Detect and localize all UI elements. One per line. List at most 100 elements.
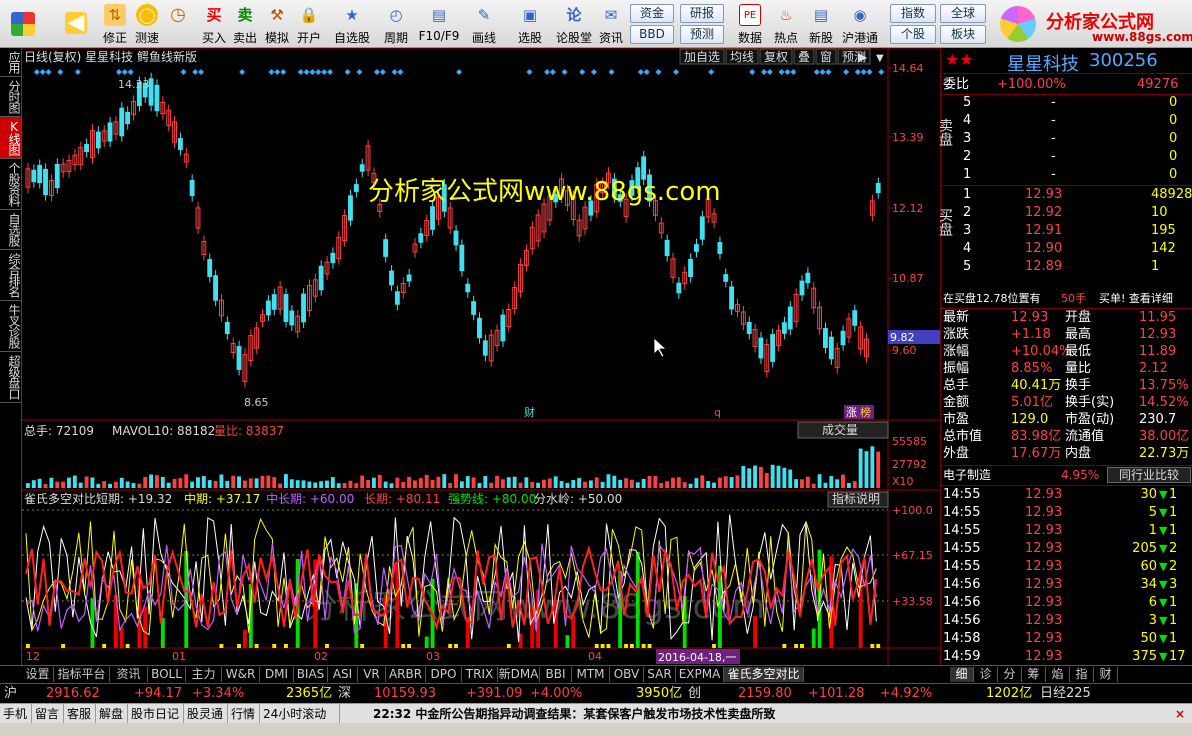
data-button[interactable]: PE 数据 xyxy=(734,2,766,46)
bottom-tab-13[interactable]: 新DMA xyxy=(498,667,540,682)
indicator-ind_strong: 强势线: +80.00 xyxy=(448,492,536,506)
left-tab-2[interactable]: K线图 xyxy=(0,117,21,159)
candle-body xyxy=(213,275,219,301)
fix-button[interactable]: ⇅ 修正 xyxy=(98,2,132,46)
bottom-tab-9[interactable]: VR xyxy=(358,667,386,682)
stock-select-button[interactable]: ▣ 选股 xyxy=(510,2,550,46)
volume-bar xyxy=(383,481,388,488)
stats-row: 外盘 17.67万 内盘 22.73万 xyxy=(941,445,1192,463)
bottom-tab-18[interactable]: EXPMA xyxy=(676,667,724,682)
draw-line-button[interactable]: ✎ 画线 xyxy=(466,2,502,46)
left-tab-3[interactable]: 个股资料 xyxy=(0,159,21,210)
bottom-tab-19[interactable]: 雀氏多空对比 xyxy=(724,667,804,682)
status-item-0[interactable]: 手机 xyxy=(0,704,32,724)
volume-bar xyxy=(231,475,236,488)
status-item-3[interactable]: 解盘 xyxy=(96,704,128,724)
bottom-tab-5[interactable]: W&R xyxy=(222,667,260,682)
sector-button[interactable]: 板块 xyxy=(940,25,986,44)
research-button[interactable]: 研报 xyxy=(680,4,724,23)
period-button[interactable]: ◴ 周期 xyxy=(376,2,416,46)
kline-chart-area[interactable]: 日线(复权) 星星科技 鳄鱼线新版 加自选 均线 复权叠窗预测▶ ▼ 14.33 8.… xyxy=(22,48,940,665)
buy-button[interactable]: 买买入 xyxy=(200,2,228,46)
chart-header-button-label: 均线 xyxy=(730,50,754,64)
new-stock-button[interactable]: ▤ 新股 xyxy=(804,2,838,46)
hk-connect-button[interactable]: ◉ 沪港通 xyxy=(840,2,880,46)
left-tab-7[interactable]: 超级盘口 xyxy=(0,352,21,403)
right-panel-tab-5[interactable]: 指 xyxy=(1070,667,1094,682)
bottom-tab-16[interactable]: OBV xyxy=(610,667,644,682)
stats-row-cell: 14.52% xyxy=(1139,395,1189,410)
status-item-7[interactable]: 24小时滚动 xyxy=(260,704,340,724)
chart-header: 日线(复权) 星星科技 鳄鱼线新版 xyxy=(24,49,197,64)
speed-test-button[interactable]: ◯ 测速 xyxy=(132,2,162,46)
bottom-tab-1[interactable]: 指标平台 xyxy=(54,667,110,682)
left-tab-0[interactable]: 应用 xyxy=(0,48,21,77)
sell-button[interactable]: 卖卖出 xyxy=(230,2,260,46)
bottom-tab-14[interactable]: BBI xyxy=(540,667,572,682)
industry-compare-button[interactable]: 同行业比较 xyxy=(1107,467,1191,483)
left-tab-4[interactable]: 自选股 xyxy=(0,210,21,250)
status-item-5[interactable]: 股灵通 xyxy=(184,704,228,724)
indicator-bar xyxy=(624,644,628,648)
index-button[interactable]: 指数 xyxy=(890,4,936,23)
tick-row-cell: 1 xyxy=(1148,523,1157,538)
chevron-down-icon[interactable]: ▼ xyxy=(876,53,884,64)
news-button[interactable]: ✉ 资讯 xyxy=(596,2,626,46)
right-panel-tab-6[interactable]: 财 xyxy=(1094,667,1118,682)
bottom-tab-8[interactable]: ASI xyxy=(328,667,358,682)
arrow-right-icon[interactable]: ▶ xyxy=(858,50,868,64)
status-item-6[interactable]: 行情 xyxy=(228,704,260,724)
simulate-button[interactable]: ⚒ 模拟 xyxy=(262,2,292,46)
status-item-2[interactable]: 客服 xyxy=(64,704,96,724)
f10-button[interactable]: ▤ F10/F9 xyxy=(418,2,460,46)
buy-level-row-cell: 12.93 xyxy=(1025,187,1063,202)
right-panel-tab-0[interactable]: 细 xyxy=(950,667,974,682)
close-icon[interactable]: × xyxy=(1172,704,1190,724)
back-button[interactable]: ◀ xyxy=(58,2,94,46)
bottom-tab-15[interactable]: MTM xyxy=(572,667,610,682)
hot-button[interactable]: ♨ 热点 xyxy=(770,2,802,46)
bottom-tab-2[interactable]: 资讯 xyxy=(110,667,148,682)
tick-row-cell: 34 xyxy=(1140,577,1157,592)
index-nikkei-label[interactable]: 日经225 xyxy=(1040,684,1091,704)
stats-row-cell: 金额 xyxy=(943,395,970,410)
left-tab-5[interactable]: 综合排名 xyxy=(0,250,21,301)
status-item-4[interactable]: 股市日记 xyxy=(128,704,184,724)
forum-button[interactable]: 论论股堂 xyxy=(554,2,594,46)
bottom-tab-3[interactable]: BOLL xyxy=(148,667,186,682)
bottom-tab-17[interactable]: SAR xyxy=(644,667,676,682)
capital-button[interactable]: 资金 xyxy=(630,4,674,23)
bbd-button[interactable]: BBD xyxy=(630,25,674,44)
clock-button[interactable]: ◷ xyxy=(164,2,192,46)
right-panel-tab-4[interactable]: 焰 xyxy=(1046,667,1070,682)
indicator-axis-label: +100.0 xyxy=(892,504,933,517)
global-button[interactable]: 全球 xyxy=(940,4,986,23)
bottom-tab-12[interactable]: TRIX xyxy=(462,667,498,682)
bottom-tab-7[interactable]: BIAS xyxy=(294,667,328,682)
forecast-button[interactable]: 预测 xyxy=(680,25,724,44)
bottom-tab-6[interactable]: DMI xyxy=(260,667,294,682)
right-panel-tab-1[interactable]: 诊 xyxy=(974,667,998,682)
news-ticker[interactable]: 22:32 中金所公告期指异动调查结果：某套保客户触发市场技术性卖盘所致 xyxy=(370,704,840,724)
indicator-ind_title: 雀氏多空对比 xyxy=(24,492,96,506)
bottom-tab-11[interactable]: DPO xyxy=(426,667,462,682)
volume-bar xyxy=(530,481,535,488)
stock-code: 300256 xyxy=(1089,50,1158,71)
right-panel-tab-3[interactable]: 筹 xyxy=(1022,667,1046,682)
left-tab-6[interactable]: 牛叉诊股 xyxy=(0,301,21,352)
bottom-tab-0[interactable]: 设置 xyxy=(22,667,54,682)
right-panel-tab-2[interactable]: 分 xyxy=(998,667,1022,682)
large-order-note[interactable]: 在买盘12.78位置有 50手 买单! 查看详细 xyxy=(941,290,1192,308)
bottom-tab-4[interactable]: 主力 xyxy=(186,667,222,682)
candle-body xyxy=(852,310,858,326)
volume-bar xyxy=(764,473,769,488)
volume-bar xyxy=(635,482,640,488)
bottom-tab-10[interactable]: ARBR xyxy=(386,667,426,682)
buy-level-row: 2 12.92 10 xyxy=(941,204,1192,222)
left-tab-1[interactable]: 分时图 xyxy=(0,77,21,117)
watchlist-button[interactable]: ★ 自选股 xyxy=(332,2,372,46)
status-item-1[interactable]: 留言 xyxy=(32,704,64,724)
open-account-button[interactable]: 🔒 开户 xyxy=(294,2,324,46)
single-stock-button[interactable]: 个股 xyxy=(890,25,936,44)
app-logo-icon[interactable] xyxy=(0,2,46,46)
